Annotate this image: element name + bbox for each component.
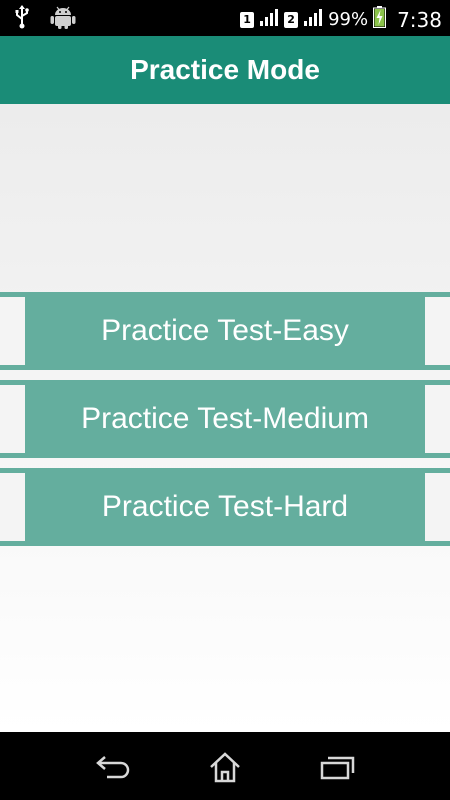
recent-apps-icon[interactable]	[316, 750, 360, 784]
clock: 7:38	[397, 7, 442, 32]
option-row-medium: Practice Test-Medium	[0, 380, 450, 458]
app-bar: Practice Mode	[0, 36, 450, 104]
signal-icon-sim2	[303, 8, 323, 31]
row-side-left	[0, 297, 25, 365]
sim2-indicator: 2	[284, 11, 299, 28]
status-bar: 1 2 99% 7:38	[0, 0, 450, 36]
row-side-left	[0, 385, 25, 453]
row-side-right	[425, 297, 450, 365]
sim1-indicator: 1	[240, 11, 255, 28]
divider	[0, 365, 450, 370]
page-title: Practice Mode	[130, 54, 320, 85]
option-row-easy: Practice Test-Easy	[0, 292, 450, 370]
practice-test-medium-button[interactable]: Practice Test-Medium	[25, 380, 425, 458]
home-icon[interactable]	[203, 750, 247, 784]
content-area: Practice Test-Easy Practice Test-Medium …	[0, 104, 450, 732]
practice-test-hard-button[interactable]: Practice Test-Hard	[25, 468, 425, 546]
option-row-hard: Practice Test-Hard	[0, 468, 450, 546]
signal-icon-sim1	[259, 8, 279, 31]
row-side-right	[425, 473, 450, 541]
divider	[0, 453, 450, 458]
battery-percentage: 99%	[328, 9, 369, 30]
row-side-right	[425, 385, 450, 453]
row-side-left	[0, 473, 25, 541]
divider	[0, 541, 450, 546]
battery-charging-icon	[373, 6, 387, 33]
navigation-bar	[0, 732, 450, 800]
usb-icon	[14, 5, 30, 34]
back-icon[interactable]	[91, 750, 135, 784]
android-icon	[50, 5, 76, 34]
practice-test-easy-button[interactable]: Practice Test-Easy	[25, 292, 425, 370]
